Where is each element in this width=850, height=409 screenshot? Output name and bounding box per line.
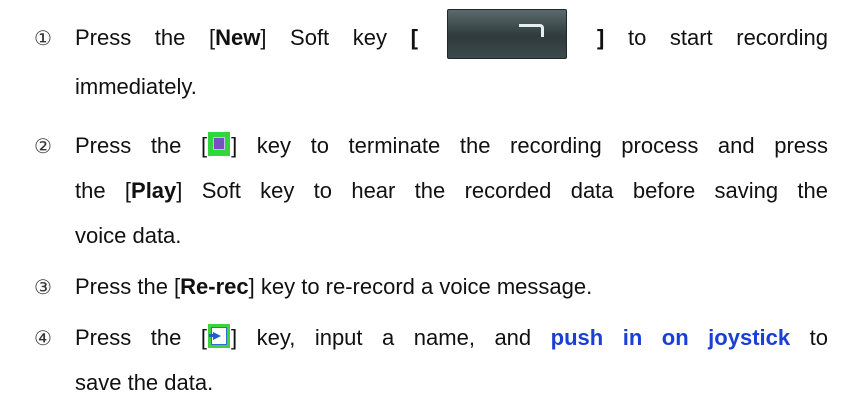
step-3-number: ③ xyxy=(34,275,52,299)
step-4-number: ④ xyxy=(34,326,52,350)
soft-key-image xyxy=(447,9,568,60)
corner-arrow-icon xyxy=(519,24,545,38)
new-key-label: New xyxy=(215,25,261,50)
step-2-number: ② xyxy=(34,134,52,158)
play-key-label: Play xyxy=(131,178,177,203)
step-4-text: Press the [] key, input a name, and push… xyxy=(75,324,828,350)
step-1-text: Press the [New] Soft key [ ] to start re… xyxy=(75,9,828,60)
joystick-instruction: push in on joystick xyxy=(550,325,791,350)
step-3-text: Press the [Re-rec] key to re-record a vo… xyxy=(75,274,593,299)
save-key-icon xyxy=(207,324,230,349)
step-2-text: Press the [] key to terminate the record… xyxy=(75,132,829,158)
re-rec-key-label: Re-rec xyxy=(180,274,249,299)
stop-key-icon xyxy=(208,132,231,157)
step-1-number: ① xyxy=(34,26,52,50)
